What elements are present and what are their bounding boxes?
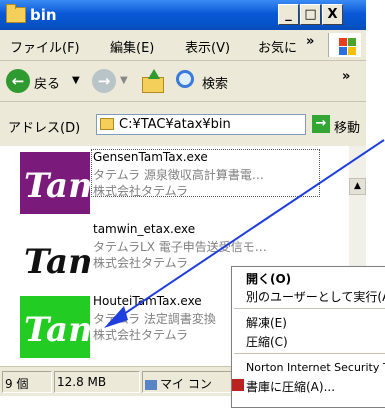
annotation-arrow xyxy=(104,139,385,328)
